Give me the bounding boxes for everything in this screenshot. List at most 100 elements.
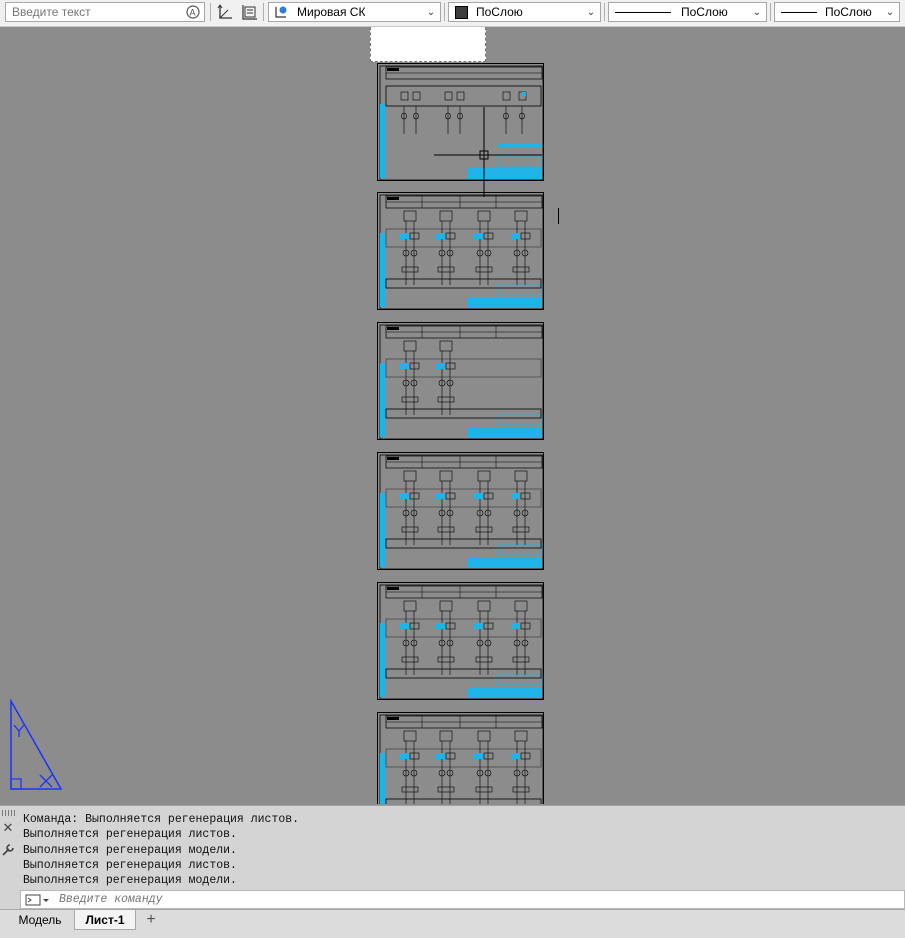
properties-toolbar: A Мировая СК ⌄ ПоСлою ⌄ ПоСлою ⌄ ПоСлою … — [0, 0, 905, 27]
schematic-mark — [445, 232, 456, 240]
schematic-mark — [379, 454, 544, 570]
history-line: Выполняется регенерация модели. — [23, 874, 237, 888]
schematic-mark — [475, 266, 493, 273]
lineweight-sample — [781, 11, 817, 13]
schematic-mark — [400, 233, 409, 239]
chevron-down-icon: ⌄ — [426, 6, 436, 18]
schematic-mark — [439, 600, 453, 612]
schematic-mark — [401, 656, 419, 663]
wrench-icon[interactable] — [1, 843, 15, 857]
schematic-mark — [483, 622, 494, 630]
ucs-view-icon[interactable] — [240, 3, 258, 21]
schematic-mark — [436, 493, 445, 499]
schematic-mark — [401, 786, 419, 793]
tab-model[interactable]: Модель — [8, 910, 72, 930]
ucs-dropdown[interactable]: Мировая СК ⌄ — [268, 2, 441, 22]
schematic-mark — [379, 194, 544, 310]
schematic-mark — [401, 266, 419, 273]
schematic-mark — [400, 753, 409, 759]
schematic-mark — [483, 492, 494, 500]
schematic-mark — [456, 91, 465, 101]
drawing-sheet[interactable] — [377, 192, 544, 310]
schematic-mark — [512, 786, 530, 793]
schematic-mark — [409, 752, 420, 760]
schematic-mark — [514, 470, 528, 482]
schematic-mark — [520, 622, 531, 630]
schematic-mark — [436, 363, 445, 369]
schematic-mark — [511, 233, 520, 239]
schematic-mark — [474, 623, 483, 629]
tab-label: Лист-1 — [85, 912, 125, 927]
tab-layout-1[interactable]: Лист-1 — [74, 910, 136, 930]
command-input[interactable] — [57, 892, 861, 907]
drawing-canvas[interactable] — [0, 27, 905, 804]
lineweight-dropdown[interactable]: ПоСлою ⌄ — [774, 2, 900, 22]
schematic-mark — [436, 623, 445, 629]
linetype-dropdown[interactable]: ПоСлою ⌄ — [608, 2, 767, 22]
schematic-mark — [409, 622, 420, 630]
command-history: Команда: Выполняется регенерация листов.… — [23, 812, 299, 888]
layout-tabs: Модель Лист-1 + — [0, 909, 905, 938]
search-input[interactable] — [10, 4, 184, 20]
schematic-mark — [437, 266, 455, 273]
schematic-mark — [401, 526, 419, 533]
schematic-mark — [379, 584, 544, 700]
command-line[interactable] — [20, 890, 905, 909]
schematic-mark — [483, 232, 494, 240]
schematic-mark — [477, 600, 491, 612]
schematic-mark — [502, 91, 511, 101]
schematic-mark — [380, 753, 385, 804]
plus-icon: + — [146, 911, 156, 928]
schematic-mark — [409, 492, 420, 500]
drawing-sheet[interactable] — [377, 452, 544, 570]
drawing-sheet[interactable] — [377, 712, 544, 804]
schematic-mark — [385, 408, 542, 419]
close-icon[interactable]: ✕ — [1, 820, 15, 835]
search-box[interactable]: A — [5, 2, 205, 22]
command-prompt-icon[interactable] — [25, 893, 51, 907]
schematic-mark — [400, 91, 409, 101]
schematic-mark — [437, 526, 455, 533]
schematic-mark — [387, 457, 399, 460]
schematic-mark — [385, 668, 542, 679]
history-line: Команда: Выполняется регенерация листов. — [23, 813, 300, 826]
lineweight-label: ПоСлою — [825, 5, 872, 19]
schematic-mark — [477, 730, 491, 742]
schematic-mark — [474, 233, 483, 239]
schematic-mark — [400, 623, 409, 629]
color-dropdown[interactable]: ПоСлою ⌄ — [448, 2, 601, 22]
search-icon[interactable]: A — [185, 4, 201, 20]
schematic-mark — [514, 600, 528, 612]
crosshair-cursor — [434, 107, 542, 197]
history-line: Выполняется регенерация модели. — [23, 843, 237, 857]
schematic-mark — [437, 786, 455, 793]
schematic-mark — [475, 526, 493, 533]
schematic-mark — [380, 623, 385, 697]
drawing-sheet[interactable] — [377, 322, 544, 440]
chevron-down-icon: ⌄ — [586, 6, 596, 18]
schematic-mark — [385, 538, 542, 549]
schematic-mark — [403, 600, 417, 612]
chevron-down-icon: ⌄ — [885, 6, 895, 18]
schematic-mark — [497, 674, 543, 686]
schematic-mark — [511, 753, 520, 759]
schematic-mark — [387, 327, 399, 330]
schematic-mark — [387, 587, 399, 590]
schematic-mark — [514, 210, 528, 222]
chevron-down-icon: ⌄ — [752, 6, 762, 18]
color-label: ПоСлою — [476, 5, 523, 19]
schematic-mark — [403, 730, 417, 742]
drag-handle[interactable] — [2, 810, 16, 816]
schematic-mark — [512, 526, 530, 533]
schematic-mark — [445, 492, 456, 500]
schematic-mark — [468, 427, 542, 438]
drawing-sheet[interactable] — [377, 582, 544, 700]
schematic-mark — [387, 68, 399, 71]
schematic-mark — [497, 544, 543, 556]
ucs-axis-icon[interactable] — [216, 3, 234, 21]
add-tab-button[interactable]: + — [140, 910, 162, 930]
schematic-mark — [445, 622, 456, 630]
schematic-mark — [520, 492, 531, 500]
schematic-mark — [403, 340, 417, 352]
schematic-mark — [385, 85, 542, 107]
